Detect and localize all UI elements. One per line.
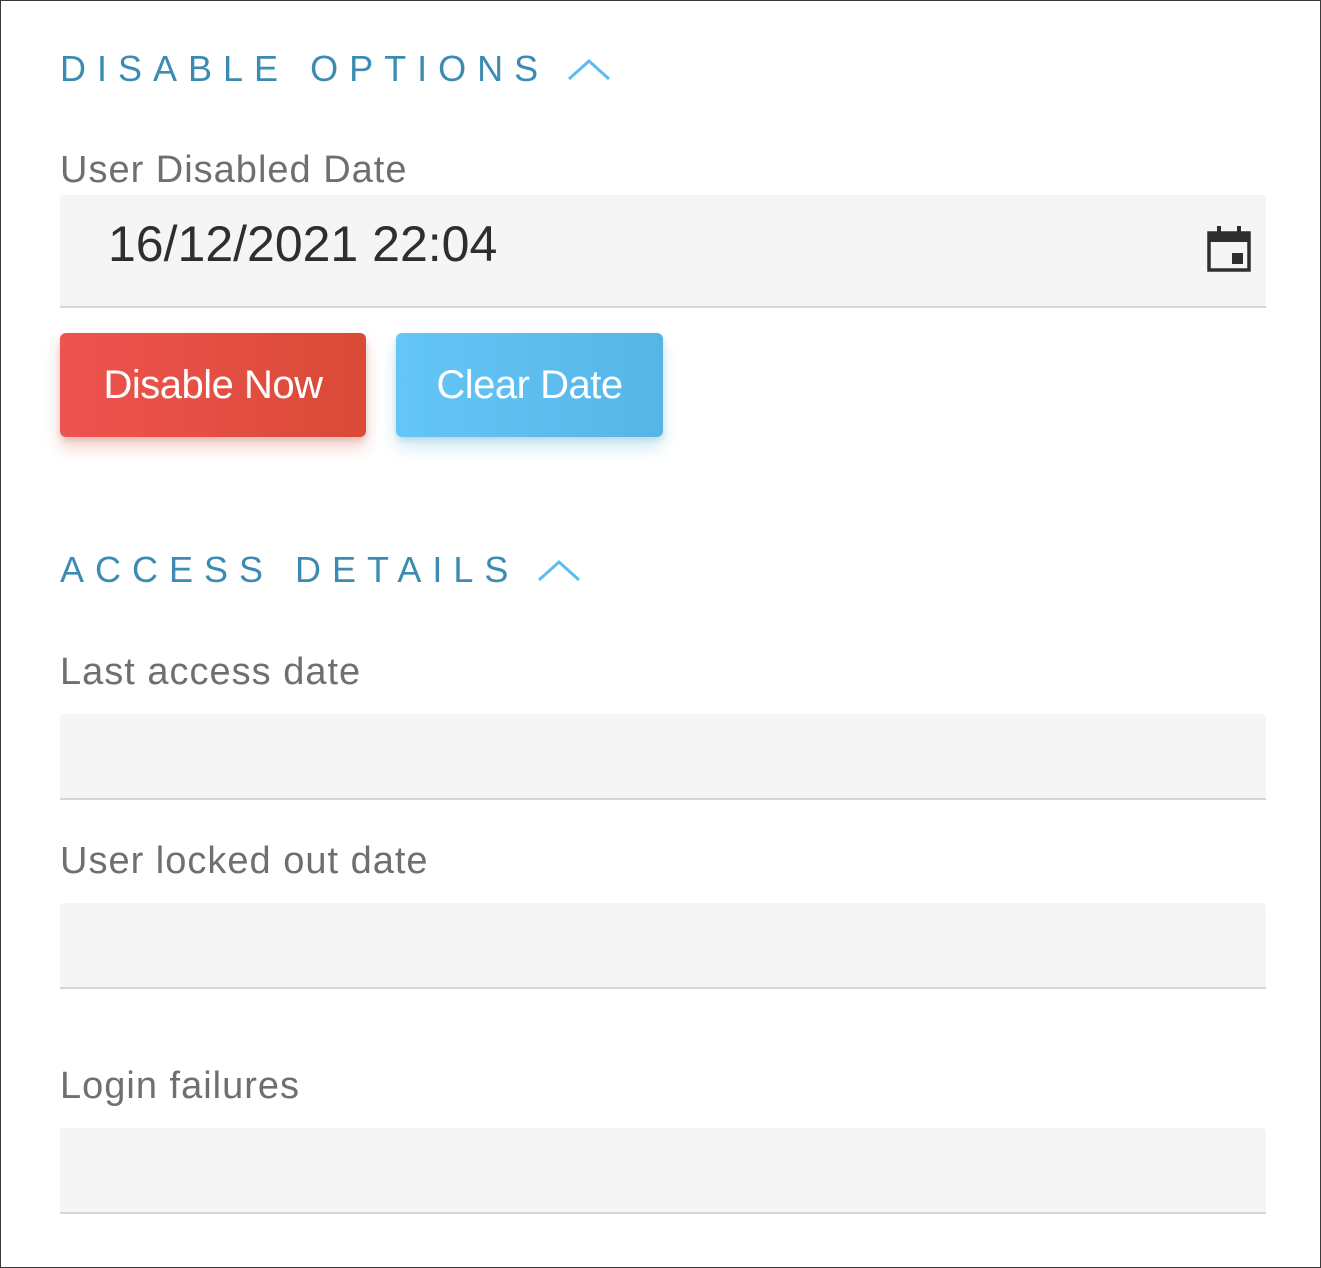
user-locked-out-date-label: User locked out date: [60, 840, 429, 882]
calendar-icon[interactable]: [1206, 225, 1252, 273]
access-details-header[interactable]: Access Details: [60, 552, 581, 588]
last-access-date-label: Last access date: [60, 651, 362, 693]
user-disabled-date-value: 16/12/2021 22:04: [108, 216, 498, 272]
login-failures-input[interactable]: [60, 1128, 1266, 1214]
access-details-title: Access Details: [60, 549, 520, 590]
user-locked-out-date-input[interactable]: [60, 903, 1266, 989]
login-failures-label: Login failures: [60, 1065, 301, 1107]
disable-options-header[interactable]: Disable Options: [60, 51, 611, 87]
chevron-up-icon[interactable]: [567, 57, 611, 81]
last-access-date-input[interactable]: [60, 714, 1266, 800]
clear-date-button[interactable]: Clear Date: [396, 333, 663, 437]
disable-options-title: Disable Options: [60, 48, 550, 89]
chevron-up-icon[interactable]: [537, 558, 581, 582]
disable-now-button[interactable]: Disable Now: [60, 333, 366, 437]
user-disabled-date-label: User Disabled Date: [60, 149, 408, 191]
user-disabled-date-input[interactable]: 16/12/2021 22:04: [60, 195, 1266, 308]
